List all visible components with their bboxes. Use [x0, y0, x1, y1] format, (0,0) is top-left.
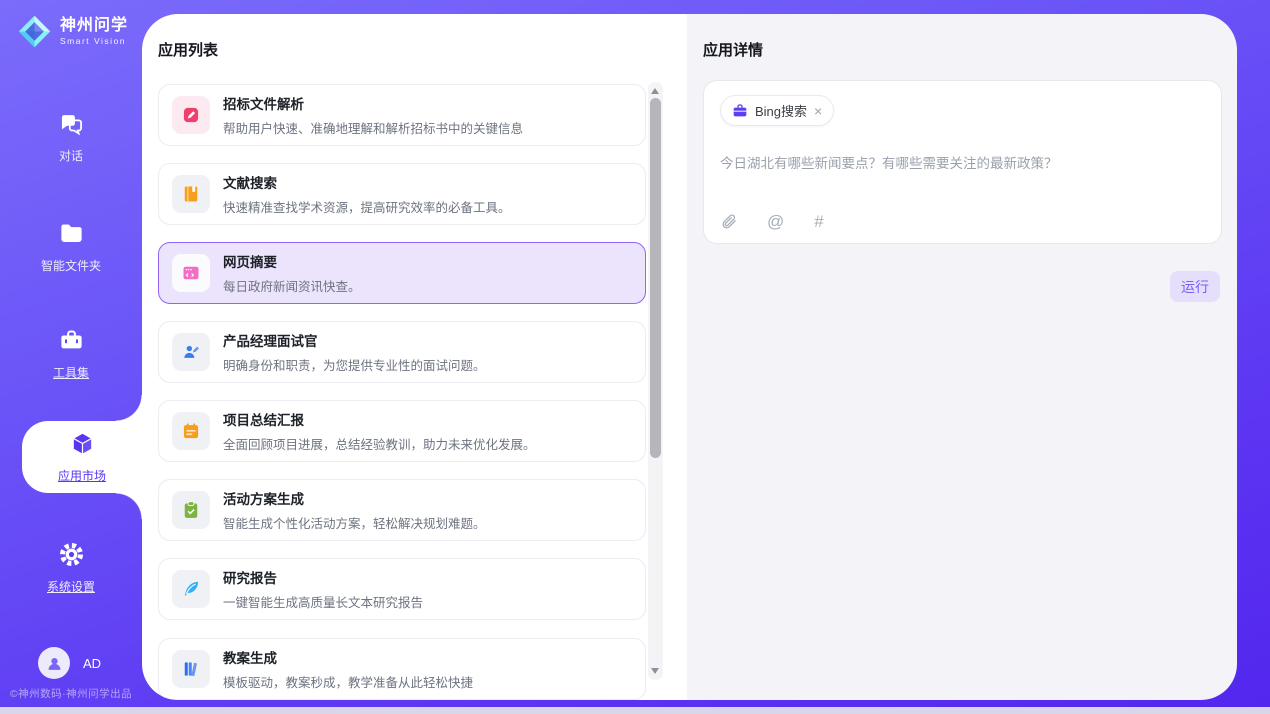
diamond-logo-icon	[16, 13, 53, 50]
app-card-title: 产品经理面试官	[223, 330, 486, 350]
sidebar-item-label: 智能文件夹	[0, 257, 142, 274]
hash-icon[interactable]: #	[814, 213, 823, 230]
folder-icon	[58, 220, 85, 247]
user-initials: AD	[83, 656, 101, 671]
app-card-pm-interviewer[interactable]: 产品经理面试官 明确身份和职责，为您提供专业性的面试问题。	[158, 321, 646, 383]
tool-chip-bing-search[interactable]: Bing搜索 ×	[720, 95, 834, 126]
app-list-title: 应用列表	[158, 39, 218, 60]
sidebar-item-toolset[interactable]: 工具集	[0, 327, 142, 381]
page-bottom-strip	[0, 707, 1270, 714]
chat-icon	[58, 110, 85, 137]
app-card-title: 研究报告	[223, 567, 423, 587]
app-card-desc: 快速精准查找学术资源，提高研究效率的必备工具。	[223, 197, 511, 216]
app-card-title: 文献搜索	[223, 172, 511, 192]
sidebar-item-label: 应用市场	[22, 467, 142, 484]
tool-chip-label: Bing搜索	[755, 101, 807, 120]
sidebar-item-chat[interactable]: 对话	[0, 110, 142, 164]
chip-close-icon[interactable]: ×	[814, 104, 822, 118]
interviewer-icon	[172, 333, 210, 371]
edit-square-icon	[172, 96, 210, 134]
app-card-title: 招标文件解析	[223, 93, 523, 113]
app-list-panel: 应用列表 招标文件解析 帮助用户快速、准确地理解和解析招标书中的关键信息 文献搜…	[142, 14, 687, 700]
app-card-desc: 模板驱动，教案秒成，教学准备从此轻松快捷	[223, 672, 473, 691]
book-icon	[172, 175, 210, 213]
sidebar-item-label: 对话	[0, 147, 142, 164]
app-detail-title: 应用详情	[703, 39, 763, 60]
app-card-web-summary[interactable]: 网页摘要 每日政府新闻资讯快查。	[158, 242, 646, 304]
app-card-title: 项目总结汇报	[223, 409, 536, 429]
scroll-up-arrow-icon[interactable]	[651, 88, 659, 94]
app-list-scrollbar[interactable]	[648, 82, 663, 680]
app-card-desc: 智能生成个性化活动方案，轻松解决规划难题。	[223, 513, 486, 532]
paperclip-icon[interactable]	[720, 213, 737, 230]
app-card-event-plan[interactable]: 活动方案生成 智能生成个性化活动方案，轻松解决规划难题。	[158, 479, 646, 541]
scrollbar-thumb[interactable]	[650, 98, 661, 458]
prompt-composer[interactable]: Bing搜索 × 今日湖北有哪些新闻要点？有哪些需要关注的最新政策？ @ #	[703, 80, 1222, 244]
app-card-lesson-plan[interactable]: 教案生成 模板驱动，教案秒成，教学准备从此轻松快捷	[158, 638, 646, 700]
calendar-icon	[172, 412, 210, 450]
sidebar-item-smart-folder[interactable]: 智能文件夹	[0, 220, 142, 274]
app-card-desc: 每日政府新闻资讯快查。	[223, 276, 361, 295]
person-icon	[45, 654, 64, 673]
user-account[interactable]: AD	[38, 647, 101, 679]
scroll-down-arrow-icon[interactable]	[651, 668, 659, 674]
books-icon	[172, 650, 210, 688]
app-card-title: 活动方案生成	[223, 488, 486, 508]
brand-subtitle: Smart Vision	[60, 37, 128, 46]
sidebar-item-label: 系统设置	[0, 578, 142, 595]
app-card-research-report[interactable]: 研究报告 一键智能生成高质量长文本研究报告	[158, 558, 646, 620]
app-card-literature-search[interactable]: 文献搜索 快速精准查找学术资源，提高研究效率的必备工具。	[158, 163, 646, 225]
app-card-project-summary[interactable]: 项目总结汇报 全面回顾项目进展，总结经验教训，助力未来优化发展。	[158, 400, 646, 462]
app-card-desc: 一键智能生成高质量长文本研究报告	[223, 592, 423, 611]
app-card-desc: 帮助用户快速、准确地理解和解析招标书中的关键信息	[223, 118, 523, 137]
query-text[interactable]: 今日湖北有哪些新闻要点？有哪些需要关注的最新政策？	[720, 152, 1205, 172]
brand-name: 神州问学	[60, 18, 128, 34]
app-card-desc: 全面回顾项目进展，总结经验教训，助力未来优化发展。	[223, 434, 536, 453]
run-button[interactable]: 运行	[1170, 271, 1220, 302]
avatar	[38, 647, 70, 679]
app-card-desc: 明确身份和职责，为您提供专业性的面试问题。	[223, 355, 486, 374]
sidebar: 神州问学 Smart Vision 对话 智能文件夹 工具	[0, 0, 142, 707]
toolbox-icon	[58, 327, 85, 354]
clipboard-check-icon	[172, 491, 210, 529]
cube-icon	[69, 430, 96, 457]
sidebar-item-app-market[interactable]: 应用市场	[22, 430, 142, 484]
sidebar-item-label: 工具集	[0, 364, 142, 381]
app-card-title: 教案生成	[223, 647, 473, 667]
app-card-bid-analysis[interactable]: 招标文件解析 帮助用户快速、准确地理解和解析招标书中的关键信息	[158, 84, 646, 146]
sidebar-item-settings[interactable]: 系统设置	[0, 541, 142, 595]
app-card-title: 网页摘要	[223, 251, 361, 271]
copyright-footer: ©神州数码·神州问学出品	[0, 686, 142, 701]
quill-icon	[172, 570, 210, 608]
app-detail-panel: 应用详情 Bing搜索 × 今日湖北有哪些新闻要点？有哪些需要关注的最新政策？ …	[687, 14, 1237, 700]
briefcase-icon	[732, 103, 748, 119]
browser-code-icon	[172, 254, 210, 292]
app-frame: 神州问学 Smart Vision 对话 智能文件夹 工具	[0, 0, 1270, 707]
mention-at-icon[interactable]: @	[767, 213, 784, 230]
gear-icon	[58, 541, 85, 568]
brand-logo: 神州问学 Smart Vision	[16, 13, 128, 50]
